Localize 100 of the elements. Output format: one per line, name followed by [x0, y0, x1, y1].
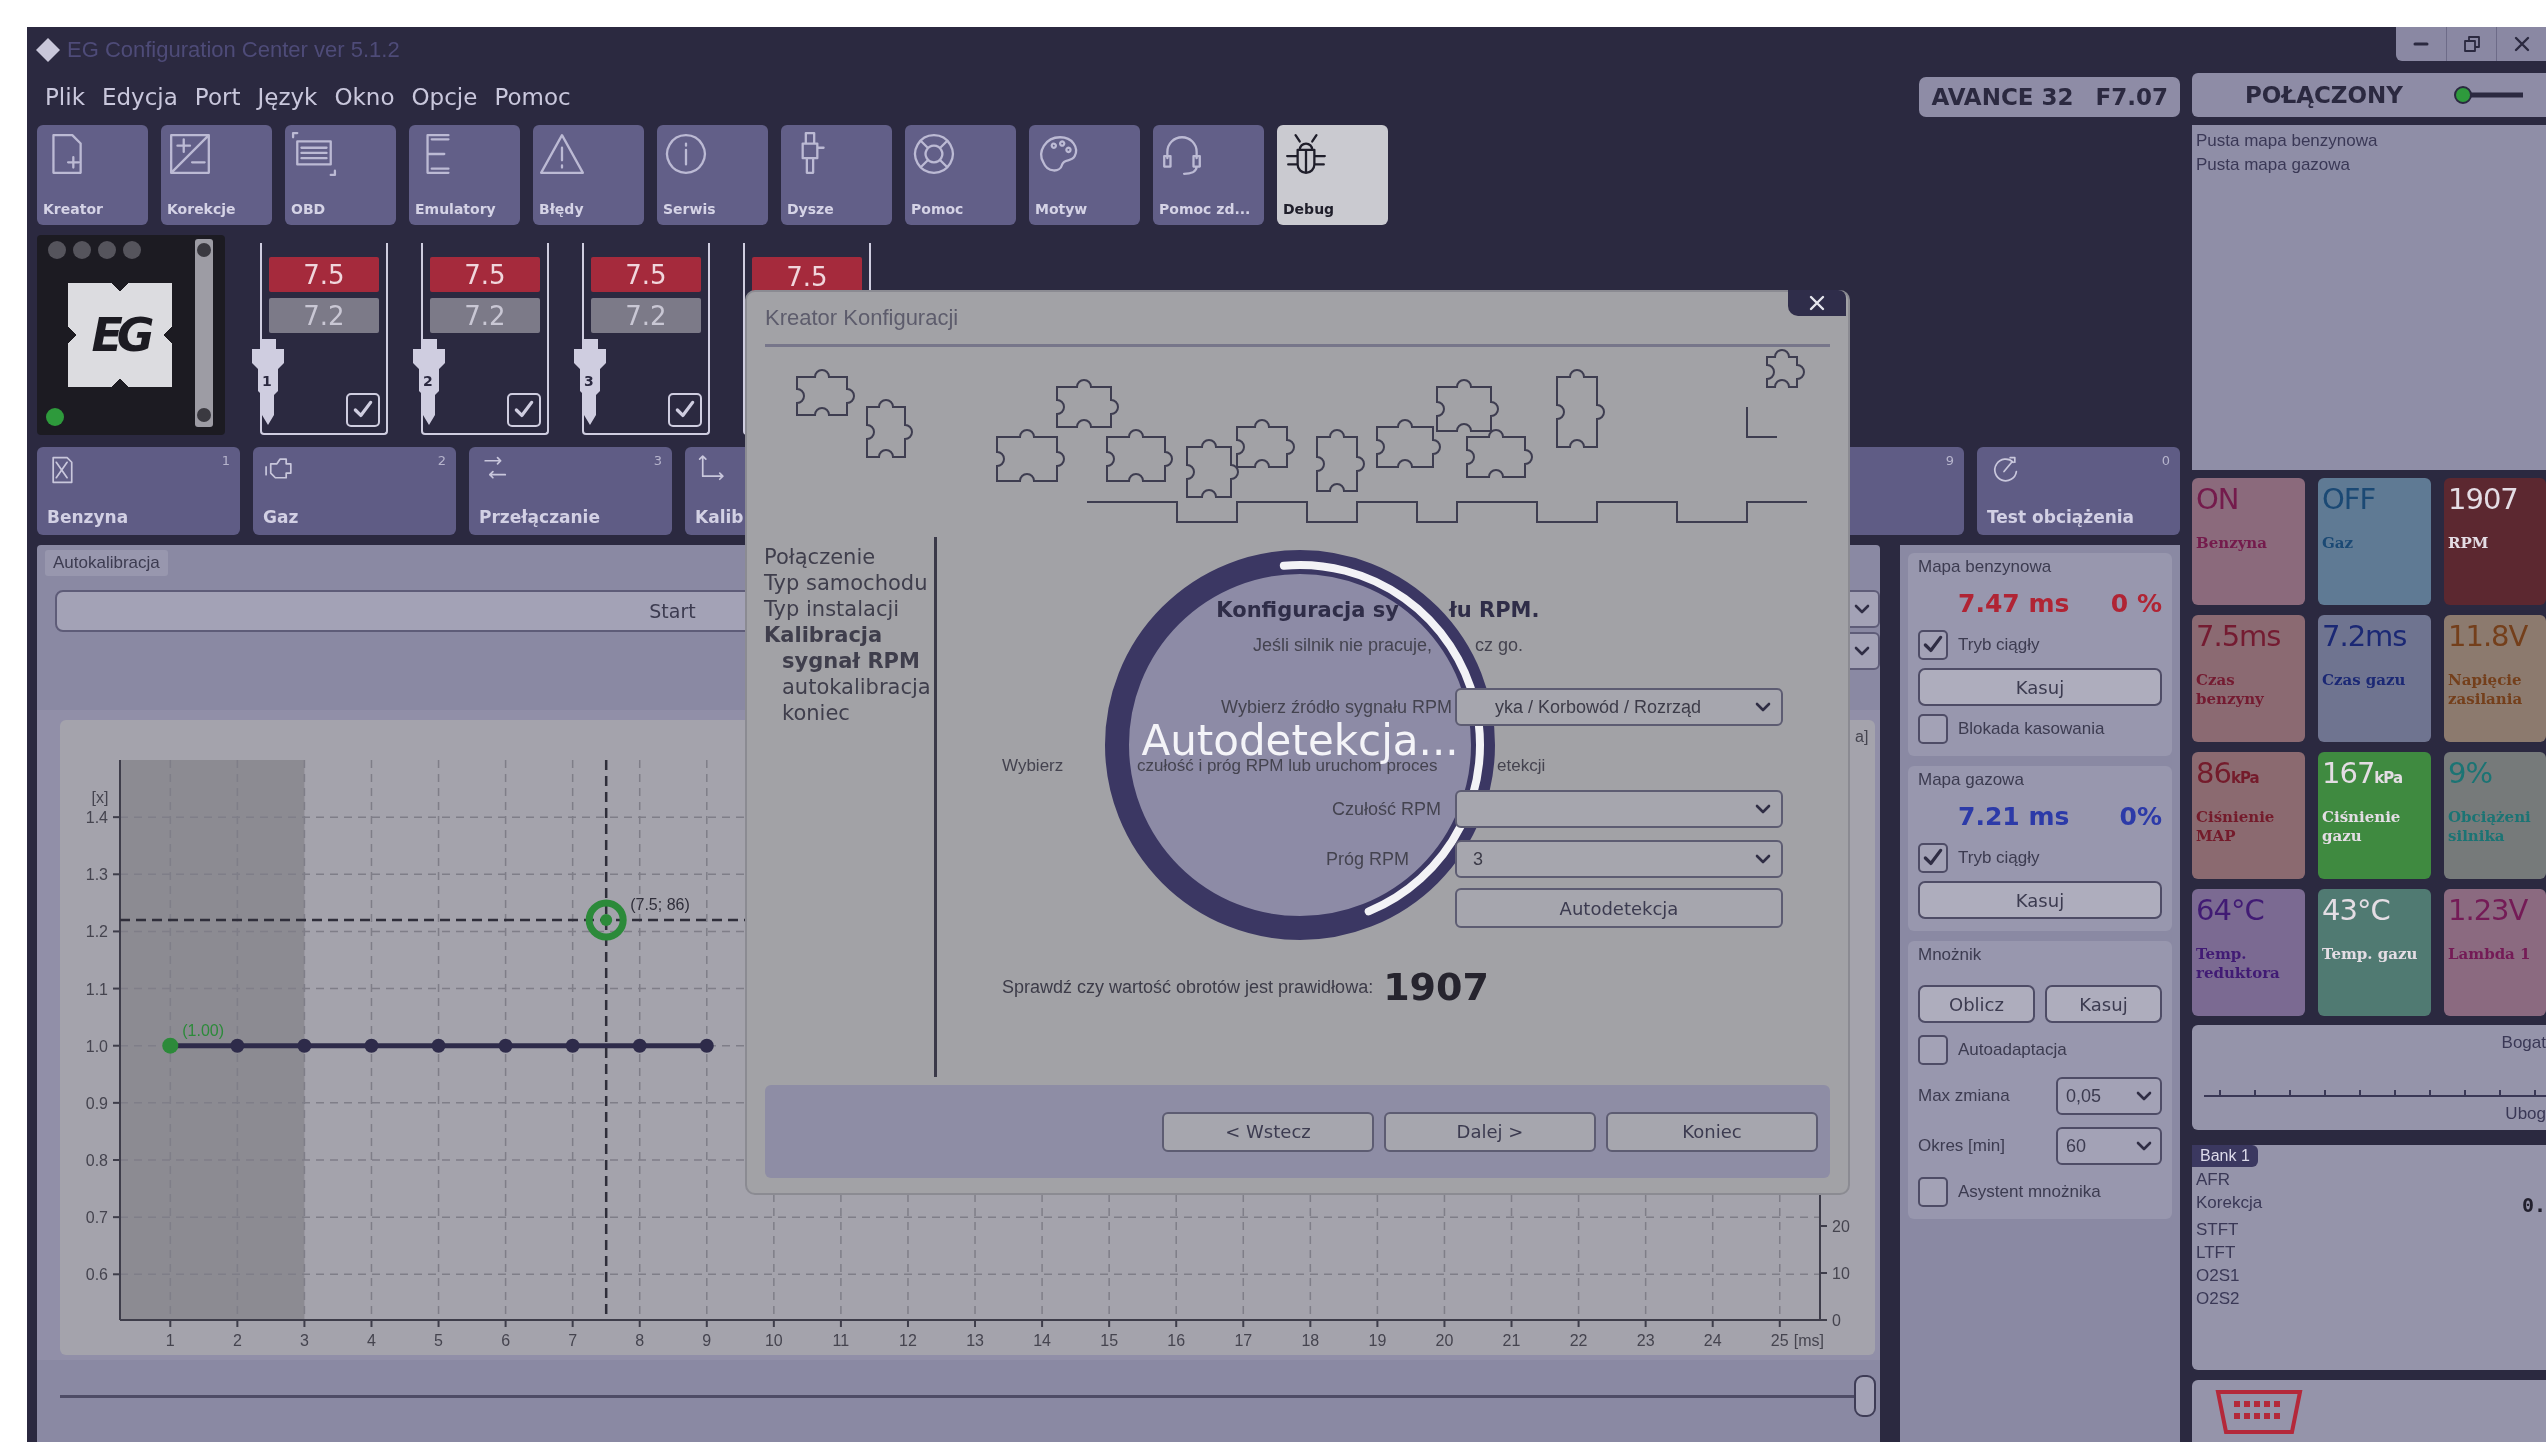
toolbar-button[interactable]: Motyw: [1029, 125, 1140, 225]
menu-item[interactable]: Edycja: [94, 83, 187, 110]
close-button[interactable]: [1788, 290, 1846, 316]
tile-value: 43°C: [2322, 893, 2391, 927]
tile-label: Czas benzyny: [2196, 671, 2265, 709]
tile-label: Temp. reduktora: [2196, 945, 2281, 983]
dropdown[interactable]: 0,05: [2056, 1077, 2162, 1115]
wizard-step: Połączenie: [761, 545, 879, 569]
menu-item[interactable]: Okno: [326, 83, 404, 110]
field-label: Okres [min]: [1918, 1136, 2005, 1156]
slider-thumb[interactable]: [1854, 1375, 1876, 1417]
tile-value: 7.2ms: [2322, 619, 2408, 653]
menu-item[interactable]: Pomoc: [486, 83, 580, 110]
field-label: Max zmiana: [1918, 1086, 2010, 1106]
chevron-icon: [1854, 646, 1870, 656]
app-logo-icon: [35, 37, 61, 63]
data-point: [565, 1038, 580, 1053]
tile-label: Ciśnienie gazu: [2322, 808, 2402, 846]
dropdown[interactable]: yka / Korbowód / Rozrząd: [1455, 688, 1783, 726]
menu-item[interactable]: Port: [186, 83, 250, 110]
tile-label: Benzyna: [2196, 534, 2268, 553]
tab[interactable]: 2 Gaz: [253, 447, 456, 535]
tick-label: 7: [568, 1332, 578, 1349]
restore-icon: [2463, 36, 2480, 52]
toolbar-button[interactable]: Pomoc: [905, 125, 1016, 225]
gas-time: 7.2: [430, 298, 540, 333]
checkbox[interactable]: [1918, 1177, 1948, 1207]
point-label: (7.5; 86): [630, 896, 690, 913]
toolbar-button[interactable]: OBD: [285, 125, 396, 225]
tool-icon: [911, 131, 957, 177]
tile-value: OFF: [2322, 482, 2377, 516]
checkbox[interactable]: [1918, 630, 1948, 660]
tick-label: 12: [899, 1332, 917, 1349]
close-icon: [2513, 36, 2530, 52]
wizard-button[interactable]: Koniec: [1606, 1111, 1818, 1152]
wizard-button[interactable]: < Wstecz: [1162, 1111, 1374, 1152]
autodetect-button[interactable]: Autodetekcja: [1455, 888, 1783, 928]
toolbar-button[interactable]: Debug: [1277, 125, 1388, 225]
group-title: Mapa benzynowa: [1918, 557, 2053, 577]
injector-number: 3: [584, 373, 594, 389]
reset-button[interactable]: Kasuj: [1918, 668, 2162, 706]
reset-button[interactable]: Kasuj: [1918, 881, 2162, 919]
tab[interactable]: 1 Benzyna: [37, 447, 240, 535]
tick-label: 1.4: [85, 809, 108, 827]
tile-label: Lambda 1: [2448, 945, 2532, 964]
checkbox[interactable]: [1918, 1035, 1948, 1065]
tick-label: 10: [764, 1332, 783, 1349]
toolbar-button[interactable]: Błędy: [533, 125, 644, 225]
instruction-text: etekcji: [1497, 756, 1546, 776]
wizard-button[interactable]: Dalej >: [1384, 1111, 1596, 1152]
axis-label: [x]: [91, 789, 109, 807]
tool-icon: [291, 131, 337, 177]
tool-icon: [663, 131, 709, 177]
menu-item[interactable]: Plik: [37, 83, 94, 110]
toolbar-button[interactable]: Serwis: [657, 125, 768, 225]
tab[interactable]: 3 Przełączanie: [469, 447, 672, 535]
shortcut-number: 2: [437, 453, 446, 468]
scale-label: Bogat: [2500, 1033, 2546, 1053]
checkbox[interactable]: [1918, 714, 1948, 744]
checkbox-label: Tryb ciągły: [1958, 635, 2040, 655]
cursor-marker: [585, 899, 627, 941]
dialog-title: Kreator Konfiguracji: [765, 305, 959, 331]
brand-logo: EG: [68, 283, 172, 387]
data-point: [498, 1038, 513, 1053]
toolbar-button[interactable]: Korekcje: [161, 125, 272, 225]
tab[interactable]: 0 Test obciążenia: [1977, 447, 2180, 535]
action-button[interactable]: Oblicz: [1918, 985, 2035, 1023]
tick-label: 14: [1033, 1332, 1051, 1349]
dropdown[interactable]: [1455, 790, 1783, 828]
toolbar-button[interactable]: Dysze: [781, 125, 892, 225]
tick-label: 15: [1100, 1332, 1119, 1349]
tick-label: 3: [299, 1332, 309, 1349]
tile-value: 1.23V: [2448, 893, 2529, 927]
toolbar-button[interactable]: Pomoc zd...: [1153, 125, 1264, 225]
petrol-time: 7.5: [430, 257, 540, 292]
field-label: Wybierz źródło sygnału RPM: [1220, 696, 1453, 718]
panel-title: Bank 1: [2192, 1145, 2258, 1167]
petrol-time: 7.5: [591, 257, 701, 292]
dropdown[interactable]: 3: [1455, 840, 1783, 878]
tile-label: Gaz: [2322, 534, 2355, 553]
row-value: 0.: [2521, 1193, 2546, 1217]
tab-label: Benzyna: [47, 507, 130, 527]
shortcut-number: 3: [653, 453, 662, 468]
action-button[interactable]: Kasuj: [2045, 985, 2162, 1023]
tick-label: 10: [1832, 1265, 1850, 1282]
tile-value: 167kPa: [2322, 756, 2404, 790]
toolbar-button[interactable]: Kreator: [37, 125, 148, 225]
tick-label: 21: [1502, 1332, 1521, 1349]
wizard-step: autokalibracja: [779, 675, 934, 699]
check-label: Sprawdź czy wartość obrotów jest prawidłowa:: [1002, 976, 1374, 998]
dropdown[interactable]: 60: [2056, 1127, 2162, 1165]
tick-label: 11: [832, 1332, 850, 1349]
checkbox[interactable]: [1918, 843, 1948, 873]
status-label: POŁĄCZONY: [2245, 82, 2403, 108]
tick-label: 5: [434, 1332, 443, 1349]
menu-item[interactable]: Opcje: [403, 83, 487, 110]
row-label: STFT: [2196, 1220, 2239, 1240]
chevron-icon: [1755, 804, 1771, 814]
menu-item[interactable]: Język: [249, 83, 327, 110]
toolbar-button[interactable]: Emulatory: [409, 125, 520, 225]
